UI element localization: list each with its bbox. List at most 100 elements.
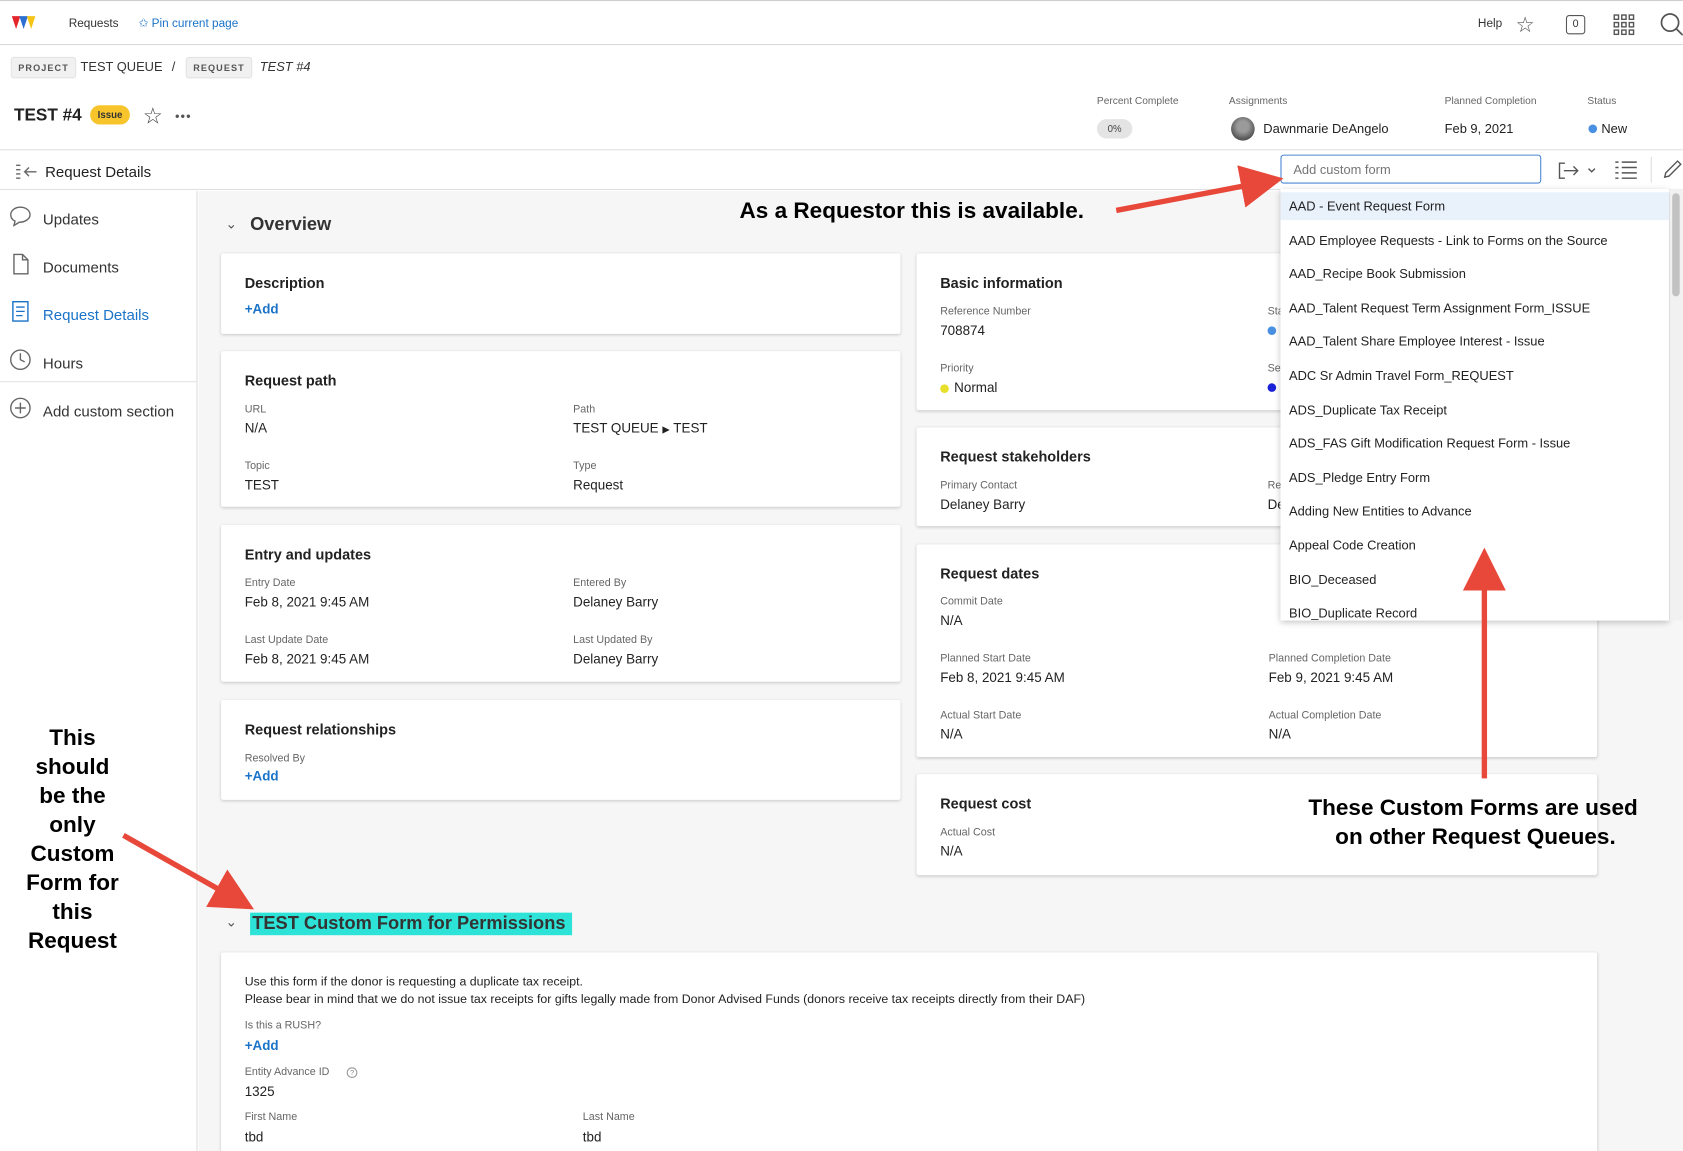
annotation-line: Form for [26,870,119,896]
add-custom-form-input[interactable] [1280,154,1542,184]
star-icon[interactable]: ☆ [1515,12,1534,39]
edit-pencil-icon[interactable] [1661,159,1682,180]
breadcrumb-separator: / [171,59,176,75]
form-description-line-1: Use this form if the donor is requesting… [244,975,583,989]
primary-contact-value[interactable]: Delaney Barry [940,497,1025,512]
entry-updates-card: Entry and updates Entry Date Feb 8, 2021… [221,525,901,682]
planned-completion-value[interactable]: Feb 9, 2021 [1445,121,1514,136]
planned-completion-date-label: Planned Completion Date [1268,652,1391,665]
path-label: Path [573,403,596,416]
chevron-down-icon[interactable]: ⌄ [225,216,237,233]
favorite-star-icon[interactable]: ☆ [143,103,163,130]
more-options-icon[interactable]: ••• [175,108,192,123]
primary-contact-label: Primary Contact [940,479,1018,492]
custom-form-option[interactable]: AAD_Talent Share Employee Interest - Iss… [1289,334,1545,349]
entered-by-value[interactable]: Delaney Barry [573,595,658,610]
requestor-label: Re [1267,479,1282,492]
percent-complete-value[interactable]: 0% [1096,119,1133,139]
custom-form-option[interactable]: AAD_Talent Request Term Assignment Form_… [1289,300,1590,315]
topic-label: Topic [244,460,270,473]
status-value[interactable]: New [1601,121,1627,136]
caret-right-icon: ▶ [662,424,670,435]
custom-form-option[interactable]: ADS_Duplicate Tax Receipt [1289,402,1447,417]
add-rush-link[interactable]: +Add [245,1038,279,1053]
sidebar-item-add-custom-section[interactable]: Add custom section [9,397,174,424]
custom-form-option[interactable]: BIO_Deceased [1289,572,1376,587]
entity-advance-id-value: 1325 [244,1084,275,1100]
custom-form-option[interactable]: AAD_Recipe Book Submission [1289,266,1466,281]
app-grid-icon[interactable] [1613,14,1635,36]
actual-start-value: N/A [940,726,963,742]
requests-nav-link[interactable]: Requests [69,17,119,30]
annotation-line: This [49,725,96,751]
request-path-card: Request path URL N/A Path TEST QUEUE ▶ T… [221,351,901,507]
severity-field-dot [1267,383,1277,392]
last-update-label: Last Update Date [244,634,329,647]
first-name-label: First Name [244,1111,298,1124]
sidebar-item-documents[interactable]: Documents [9,253,119,280]
custom-form-option[interactable]: AAD - Event Request Form [1280,192,1669,221]
planned-completion-label: Planned Completion [1444,95,1537,108]
sidebar-item-updates[interactable]: Updates [9,205,99,232]
list-view-icon[interactable] [1614,160,1638,181]
type-label: Type [573,460,597,473]
priority-dot [940,384,949,393]
entry-date-label: Entry Date [244,577,296,590]
dropdown-scrollbar-thumb[interactable] [1672,193,1680,297]
breadcrumb-request-name: TEST #4 [259,59,311,75]
custom-form-option[interactable]: ADS_Pledge Entry Form [1289,470,1430,485]
avatar[interactable] [1231,117,1255,141]
last-update-value: Feb 8, 2021 9:45 AM [244,651,370,667]
reference-number-value: 708874 [940,323,985,339]
sidebar-item-hours[interactable]: Hours [9,349,83,376]
sidebar-item-label: Updates [42,209,99,228]
sidebar-divider [0,381,198,383]
pin-label: Pin current page [151,17,239,31]
last-updated-by-value[interactable]: Delaney Barry [573,652,658,667]
search-icon[interactable] [1659,12,1683,36]
annotation-other-queues-1: These Custom Forms are used [1308,795,1638,821]
toolbar-divider [1650,156,1652,183]
annotation-line: be the [39,783,106,809]
add-resolved-by-link[interactable]: +Add [245,769,279,784]
breadcrumb-project-link[interactable]: TEST QUEUE [80,59,162,74]
workfront-logo-icon[interactable] [11,14,37,31]
custom-form-option[interactable]: Adding New Entities to Advance [1289,504,1472,519]
document-icon [9,253,33,280]
sidebar-item-request-details[interactable]: Request Details [9,301,149,328]
priority-label: Priority [940,362,974,375]
path-queue[interactable]: TEST QUEUE [573,421,658,436]
custom-form-title: TEST Custom Form for Permissions [250,912,572,936]
annotation-line: Request [27,928,117,954]
actual-completion-value: N/A [1268,726,1292,742]
custom-form-option[interactable]: BIO_Duplicate Record [1289,606,1417,621]
details-icon [9,301,33,328]
sidebar-item-label: Add custom section [42,402,175,420]
path-value: TEST QUEUE ▶ TEST [573,421,707,436]
custom-form-option[interactable]: Appeal Code Creation [1289,538,1416,553]
url-value: N/A [244,420,268,436]
plus-circle-icon [9,397,33,424]
custom-form-option[interactable]: AAD Employee Requests - Link to Forms on… [1289,233,1608,248]
status-field-dot [1267,326,1277,335]
help-icon[interactable]: ? [346,1067,358,1078]
custom-form-option[interactable]: ADS_FAS Gift Modification Request Form -… [1289,436,1570,451]
export-dropdown-icon[interactable] [1558,161,1601,180]
sidebar-item-label: Documents [42,258,119,276]
add-description-link[interactable]: +Add [245,302,279,317]
collapse-panel-icon[interactable] [15,163,39,180]
chevron-down-icon[interactable]: ⌄ [225,914,237,931]
notifications-badge[interactable]: 0 [1565,15,1586,35]
planned-start-value: Feb 8, 2021 9:45 AM [940,669,1065,686]
custom-form-option[interactable]: ADC Sr Admin Travel Form_REQUEST [1289,368,1514,383]
custom-form-card: Use this form if the donor is requesting… [221,952,1598,1151]
annotation-line: only [49,812,96,838]
priority-value[interactable]: Normal [954,380,997,395]
last-updated-by-label: Last Updated By [573,634,653,647]
help-link[interactable]: Help [1478,17,1502,30]
relationships-card: Request relationships Resolved By +Add [221,700,901,800]
path-topic[interactable]: TEST [673,421,707,436]
rush-label: Is this a RUSH? [244,1020,322,1032]
pin-page-link[interactable]: ✩ Pin current page [138,16,238,30]
assignee-name[interactable]: Dawnmarie DeAngelo [1263,121,1388,136]
